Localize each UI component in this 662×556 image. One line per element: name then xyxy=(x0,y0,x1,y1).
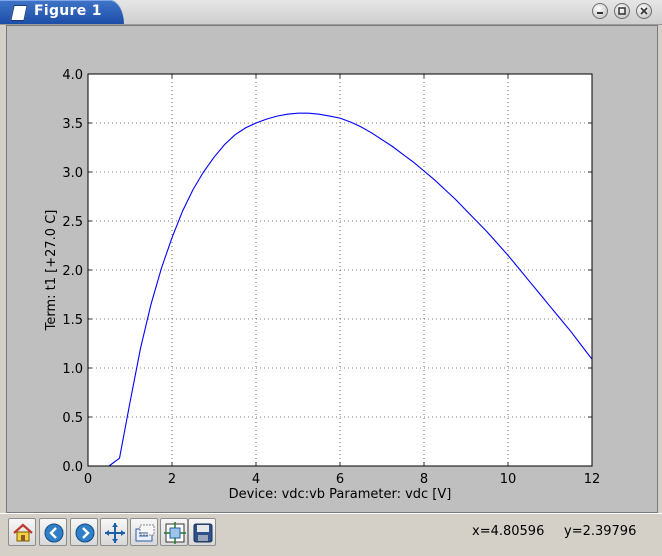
y-tick-label: 2.5 xyxy=(62,215,83,230)
toolbar: x=4.80596 y=2.39796 xyxy=(0,513,662,556)
figure-canvas[interactable]: 0 2 4 6 8 10 12 0.0 0.5 1.0 1.5 2.0 2.5 3.0 3.5 4.0 De… xyxy=(6,25,658,513)
y-tick-label: 4.0 xyxy=(62,68,83,83)
forward-button[interactable] xyxy=(70,518,98,546)
minimize-icon[interactable] xyxy=(592,3,608,19)
arrow-right-icon xyxy=(75,523,95,543)
back-button[interactable] xyxy=(39,518,67,546)
zoom-rect-icon xyxy=(135,524,155,542)
zoom-button[interactable] xyxy=(130,518,158,546)
y-tick-label: 2.0 xyxy=(62,264,83,279)
window-icon xyxy=(10,5,28,21)
x-tick-label: 2 xyxy=(168,472,176,487)
y-tick-label: 0.5 xyxy=(62,411,83,426)
title-bar: Figure 1 xyxy=(0,0,662,25)
title-tab: Figure 1 xyxy=(0,0,124,24)
subplots-icon xyxy=(164,522,186,544)
x-tick-label: 12 xyxy=(584,472,601,487)
x-tick-label: 10 xyxy=(500,472,517,487)
close-icon[interactable] xyxy=(636,3,652,19)
move-icon xyxy=(105,523,125,543)
y-tick-label: 1.5 xyxy=(62,313,83,328)
x-axis-label: Device: vdc:vb Parameter: vdc [V] xyxy=(229,487,452,502)
window-title: Figure 1 xyxy=(34,3,102,19)
x-tick-label: 4 xyxy=(252,472,260,487)
home-icon xyxy=(13,523,33,542)
pan-button[interactable] xyxy=(100,518,128,546)
x-coordinate-readout: x=4.80596 xyxy=(472,524,545,539)
y-tick-label: 3.5 xyxy=(62,117,83,132)
y-tick-label: 3.0 xyxy=(62,166,83,181)
y-coordinate-readout: y=2.39796 xyxy=(564,524,637,539)
x-tick-label: 8 xyxy=(420,472,428,487)
y-tick-label: 1.0 xyxy=(62,362,83,377)
y-axis-label: Term: t1 [+27.0 C] xyxy=(44,210,59,332)
home-button[interactable] xyxy=(8,518,36,546)
x-tick-label: 0 xyxy=(84,472,92,487)
floppy-icon xyxy=(193,523,213,543)
subplots-button[interactable] xyxy=(160,518,188,546)
y-tick-label: 0.0 xyxy=(62,460,83,475)
arrow-left-icon xyxy=(44,523,64,543)
save-button[interactable] xyxy=(188,518,216,546)
maximize-icon[interactable] xyxy=(614,3,630,19)
x-tick-label: 6 xyxy=(336,472,344,487)
plot-svg[interactable]: 0 2 4 6 8 10 12 0.0 0.5 1.0 1.5 2.0 2.5 3.0 3.5 4.0 De… xyxy=(7,26,657,512)
